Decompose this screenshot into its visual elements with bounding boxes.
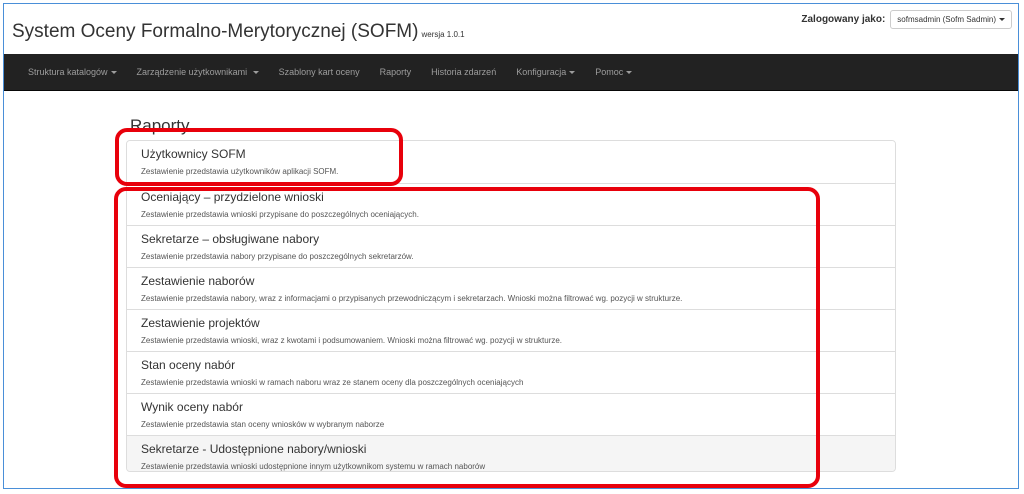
nav-item-raporty[interactable]: Raporty bbox=[370, 54, 422, 90]
nav-item-label: Raporty bbox=[379, 67, 412, 77]
nav-item-label: Konfiguracja bbox=[516, 67, 567, 77]
nav-item-szablony-kart-oceny[interactable]: Szablony kart oceny bbox=[269, 54, 370, 90]
reports-list: Użytkownicy SOFM Zestawienie przedstawia… bbox=[126, 140, 896, 472]
report-description: Zestawienie przedstawia nabory przypisan… bbox=[141, 252, 414, 261]
report-item-zestawienie-projektow[interactable]: Zestawienie projektów Zestawienie przeds… bbox=[127, 309, 895, 351]
nav-item-pomoc[interactable]: Pomoc bbox=[585, 54, 642, 90]
report-description: Zestawienie przedstawia nabory, wraz z i… bbox=[141, 294, 683, 303]
report-item-oceniajacy[interactable]: Oceniający – przydzielone wnioski Zestaw… bbox=[127, 183, 895, 225]
chevron-down-icon bbox=[252, 71, 259, 75]
page-title: Raporty bbox=[130, 116, 190, 135]
nav-item-label: Szablony kart oceny bbox=[278, 67, 360, 77]
report-item-wynik-oceny-nabor[interactable]: Wynik oceny nabór Zestawienie przedstawi… bbox=[127, 393, 895, 435]
app-title-text: System Oceny Formalno-Merytorycznej (SOF… bbox=[12, 21, 419, 42]
user-dropdown[interactable]: sofmsadmin (Sofm Sadmin) bbox=[890, 10, 1012, 29]
report-description: Zestawienie przedstawia stan oceny wnios… bbox=[141, 420, 385, 429]
report-item-sekretarze-nabory[interactable]: Sekretarze – obsługiwane nabory Zestawie… bbox=[127, 225, 895, 267]
app-version: wersja 1.0.1 bbox=[421, 30, 465, 39]
report-item-zestawienie-naborow[interactable]: Zestawienie naborów Zestawienie przedsta… bbox=[127, 267, 895, 309]
nav-item-label: Struktura katalogów bbox=[28, 67, 108, 77]
main-content: Raporty Użytkownicy SOFM Zestawienie prz… bbox=[126, 116, 896, 472]
main-navbar: Struktura katalogów Zarządzenie użytkown… bbox=[4, 54, 1018, 91]
nav-item-struktura-katalogow[interactable]: Struktura katalogów bbox=[18, 54, 127, 90]
chevron-down-icon bbox=[999, 18, 1005, 21]
report-title: Sekretarze – obsługiwane nabory bbox=[141, 232, 320, 246]
nav-item-zarzadzenie-uzytkownikami[interactable]: Zarządzenie użytkownikami bbox=[127, 54, 269, 90]
chevron-down-icon bbox=[110, 71, 117, 75]
nav-item-konfiguracja[interactable]: Konfiguracja bbox=[506, 54, 585, 90]
app-window: System Oceny Formalno-Merytorycznej (SOF… bbox=[3, 3, 1019, 489]
report-title: Użytkownicy SOFM bbox=[141, 147, 246, 161]
report-description: Zestawienie przedstawia wnioski w ramach… bbox=[141, 378, 524, 387]
report-description: Zestawienie przedstawia użytkowników apl… bbox=[141, 167, 339, 176]
report-item-uzytkownicy-sofm[interactable]: Użytkownicy SOFM Zestawienie przedstawia… bbox=[127, 141, 895, 183]
nav-item-label: Historia zdarzeń bbox=[431, 67, 497, 77]
report-title: Oceniający – przydzielone wnioski bbox=[141, 190, 324, 204]
user-dropdown-label: sofmsadmin (Sofm Sadmin) bbox=[897, 15, 996, 24]
report-description: Zestawienie przedstawia wnioski udostępn… bbox=[141, 462, 486, 471]
chevron-down-icon bbox=[626, 71, 633, 75]
report-title: Zestawienie projektów bbox=[141, 316, 260, 330]
report-description: Zestawienie przedstawia wnioski przypisa… bbox=[141, 210, 419, 219]
report-title: Sekretarze - Udostępnione nabory/wnioski bbox=[141, 442, 367, 456]
header: System Oceny Formalno-Merytorycznej (SOF… bbox=[4, 4, 1018, 54]
nav-item-label: Pomoc bbox=[595, 67, 624, 77]
nav-item-historia-zdarzen[interactable]: Historia zdarzeń bbox=[421, 54, 506, 90]
nav-item-label: Zarządzenie użytkownikami bbox=[136, 67, 248, 77]
login-area: Zalogowany jako: sofmsadmin (Sofm Sadmin… bbox=[801, 10, 1012, 29]
report-item-sekretarze-udostepnione[interactable]: Sekretarze - Udostępnione nabory/wnioski… bbox=[127, 435, 895, 471]
report-title: Wynik oceny nabór bbox=[141, 400, 243, 414]
report-description: Zestawienie przedstawia wnioski, wraz z … bbox=[141, 336, 563, 345]
report-item-stan-oceny-nabor[interactable]: Stan oceny nabór Zestawienie przedstawia… bbox=[127, 351, 895, 393]
report-title: Stan oceny nabór bbox=[141, 358, 236, 372]
app-title: System Oceny Formalno-Merytorycznej (SOF… bbox=[12, 21, 465, 43]
login-label: Zalogowany jako: bbox=[801, 14, 886, 25]
report-title: Zestawienie naborów bbox=[141, 274, 255, 288]
chevron-down-icon bbox=[569, 71, 576, 75]
